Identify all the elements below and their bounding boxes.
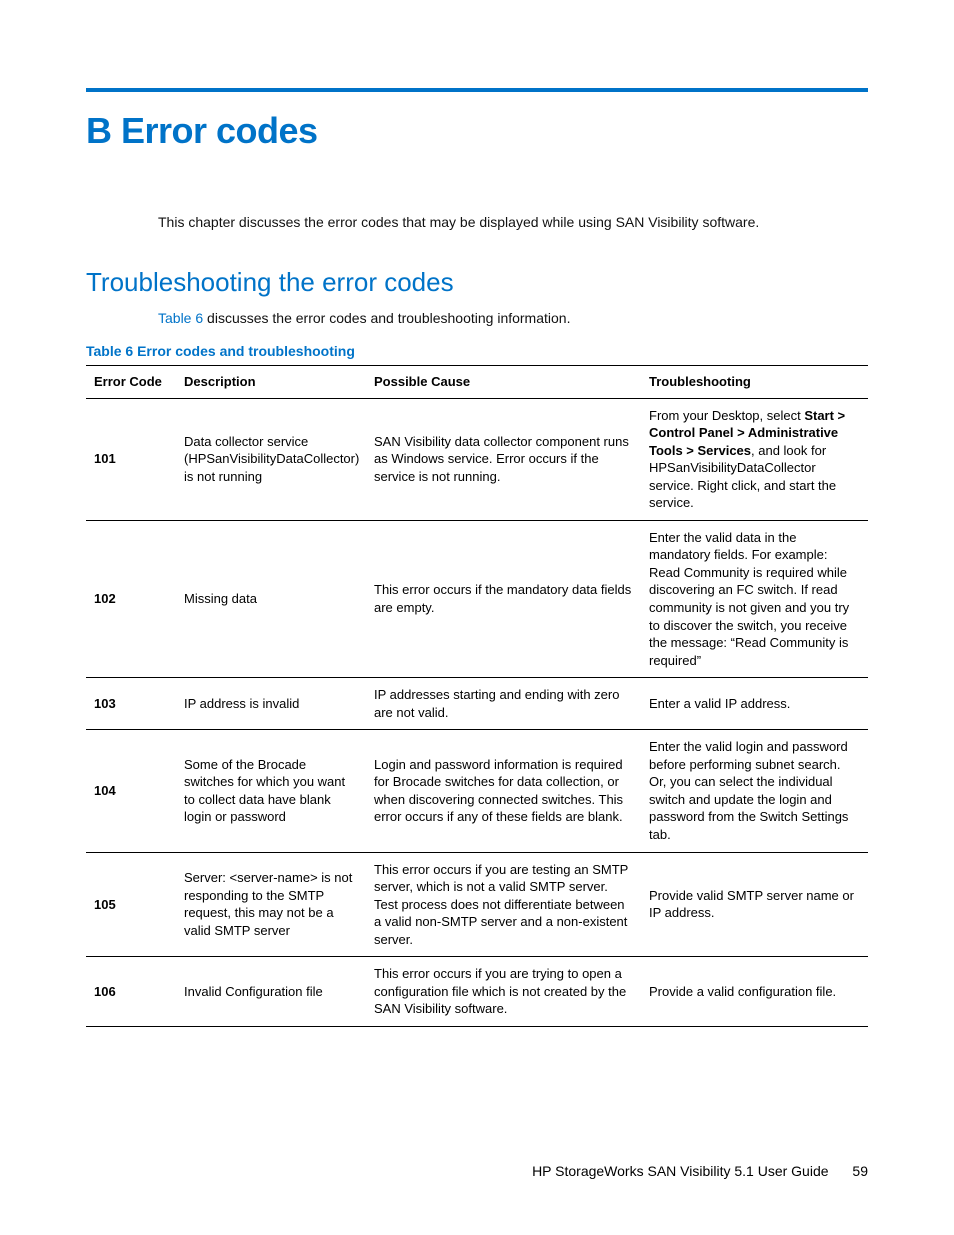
cell-possible-cause: Login and password information is requir… [366,730,641,852]
cell-possible-cause: This error occurs if you are trying to o… [366,957,641,1027]
cell-error-code: 102 [86,520,176,677]
cell-possible-cause: IP addresses starting and ending with ze… [366,678,641,730]
cell-error-code: 101 [86,398,176,520]
section-intro-rest: discusses the error codes and troublesho… [203,310,570,326]
th-error-code: Error Code [86,366,176,399]
footer-doc-title: HP StorageWorks SAN Visibility 5.1 User … [532,1163,828,1179]
trbl-text: Provide a valid configuration file. [649,984,836,999]
trbl-text: From your Desktop, select [649,408,804,423]
cell-error-code: 105 [86,852,176,957]
cell-troubleshooting: From your Desktop, select Start > Contro… [641,398,868,520]
chapter-intro: This chapter discusses the error codes t… [158,212,868,233]
trbl-text: Enter the valid login and password befor… [649,739,848,842]
cell-error-code: 106 [86,957,176,1027]
table-row: 104Some of the Brocade switches for whic… [86,730,868,852]
th-troubleshooting: Troubleshooting [641,366,868,399]
cell-troubleshooting: Enter the valid data in the mandatory fi… [641,520,868,677]
table-caption: Table 6 Error codes and troubleshooting [86,343,868,359]
cell-error-code: 103 [86,678,176,730]
cell-description: IP address is invalid [176,678,366,730]
cell-possible-cause: SAN Visibility data collector component … [366,398,641,520]
cell-description: Server: <server-name> is not responding … [176,852,366,957]
cell-description: Invalid Configuration file [176,957,366,1027]
table-header-row: Error Code Description Possible Cause Tr… [86,366,868,399]
cell-troubleshooting: Provide valid SMTP server name or IP add… [641,852,868,957]
cell-troubleshooting: Provide a valid configuration file. [641,957,868,1027]
cell-troubleshooting: Enter the valid login and password befor… [641,730,868,852]
cell-description: Some of the Brocade switches for which y… [176,730,366,852]
cell-description: Data collector service (HPSanVisibilityD… [176,398,366,520]
th-possible-cause: Possible Cause [366,366,641,399]
table-row: 103IP address is invalidIP addresses sta… [86,678,868,730]
table-row: 106Invalid Configuration fileThis error … [86,957,868,1027]
cell-possible-cause: This error occurs if the mandatory data … [366,520,641,677]
table-xref: Table 6 [158,310,203,326]
section-intro: Table 6 discusses the error codes and tr… [158,308,868,329]
cell-possible-cause: This error occurs if you are testing an … [366,852,641,957]
section-title: Troubleshooting the error codes [86,267,868,298]
footer-page-number: 59 [852,1163,868,1179]
table-row: 101Data collector service (HPSanVisibili… [86,398,868,520]
trbl-text: Enter a valid IP address. [649,696,790,711]
th-description: Description [176,366,366,399]
appendix-title: B Error codes [86,110,868,152]
cell-troubleshooting: Enter a valid IP address. [641,678,868,730]
trbl-text: Provide valid SMTP server name or IP add… [649,888,854,921]
page: B Error codes This chapter discusses the… [0,0,954,1235]
trbl-text: Enter the valid data in the mandatory fi… [649,530,849,668]
table-row: 105Server: <server-name> is not respondi… [86,852,868,957]
cell-error-code: 104 [86,730,176,852]
table-row: 102Missing dataThis error occurs if the … [86,520,868,677]
page-footer: HP StorageWorks SAN Visibility 5.1 User … [532,1163,868,1179]
header-rule [86,88,868,92]
error-codes-table: Error Code Description Possible Cause Tr… [86,365,868,1027]
cell-description: Missing data [176,520,366,677]
